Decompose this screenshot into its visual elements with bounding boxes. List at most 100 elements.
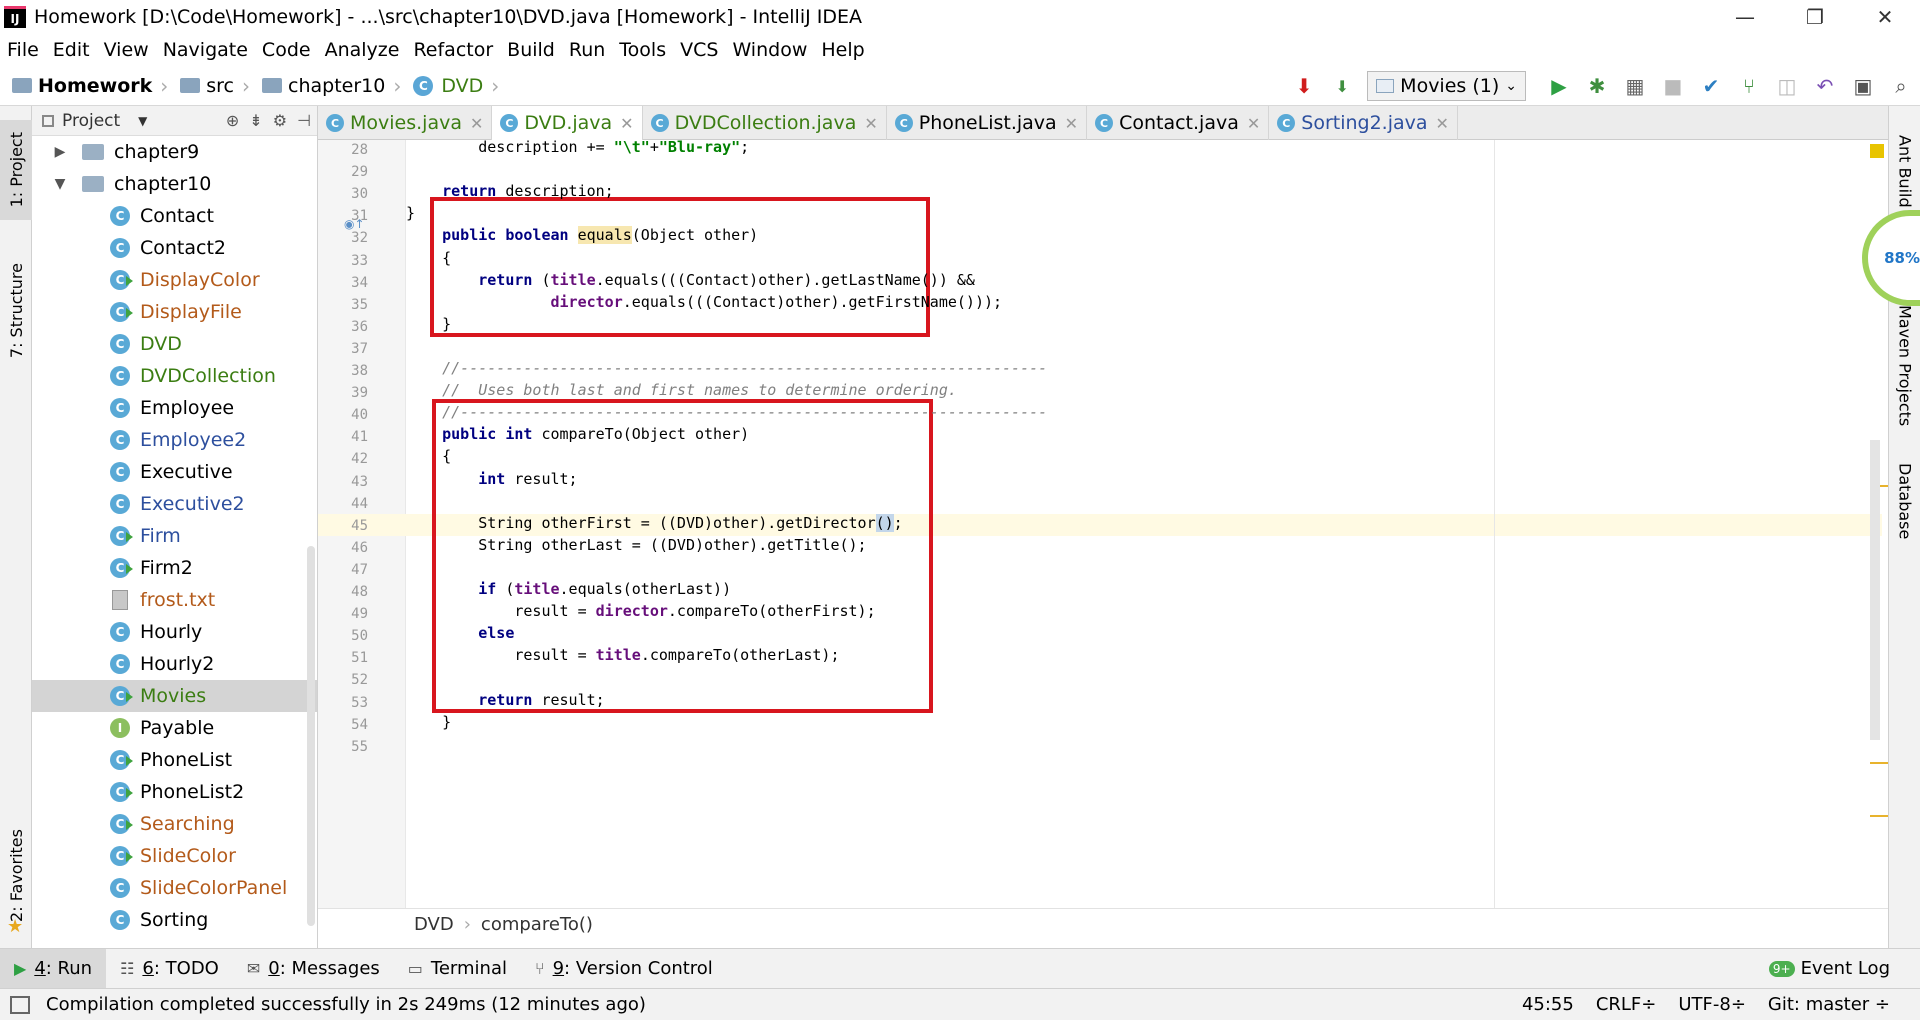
tree-item[interactable]: C Employee2 [32, 424, 317, 456]
tree-item[interactable]: C Contact2 [32, 232, 317, 264]
tree-item[interactable]: ▶ chapter9 [32, 136, 317, 168]
search-icon[interactable]: ⌕ [1882, 66, 1920, 106]
menu-build[interactable]: Build [500, 39, 562, 61]
tab-ant-build[interactable]: Ant Build [1889, 126, 1920, 216]
tree-item[interactable]: C PhoneList2 [32, 776, 317, 808]
breadcrumb-method[interactable]: compareTo() [481, 914, 593, 935]
editor-tab[interactable]: C DVDCollection.java ✕ [643, 106, 887, 140]
minimize-button[interactable]: — [1710, 0, 1780, 34]
file-encoding[interactable]: UTF-8÷ [1678, 994, 1746, 1015]
coverage-icon[interactable]: ▦ [1616, 66, 1654, 106]
close-tab-icon[interactable]: ✕ [1065, 114, 1078, 133]
tool-run[interactable]: ▶ 4: Run [0, 948, 107, 989]
scroll-from-source-icon[interactable]: ⊕ [226, 111, 239, 130]
tree-item[interactable]: C DisplayColor [32, 264, 317, 296]
code-editor[interactable]: description += "\t"+"Blu-ray"; return de… [406, 140, 1882, 908]
tree-item[interactable]: C Firm2 [32, 552, 317, 584]
project-scrollbar[interactable] [307, 546, 315, 926]
collapse-all-icon[interactable]: ⇟ [249, 111, 262, 130]
breadcrumb-dvd[interactable]: C DVD › [401, 74, 499, 98]
tree-item[interactable]: C SlideColorPanel [32, 872, 317, 904]
tab-maven-projects[interactable]: Maven Projects [1889, 296, 1920, 436]
update-project-icon[interactable]: ⬇ [1285, 66, 1323, 106]
vcs-commit-icon[interactable]: ⑂ [1730, 66, 1768, 106]
breadcrumb-src[interactable]: src › [168, 74, 250, 98]
tree-item[interactable]: C Executive [32, 456, 317, 488]
menu-tools[interactable]: Tools [612, 39, 673, 61]
project-view-select[interactable]: Project [62, 111, 120, 131]
tree-item[interactable]: C Contact [32, 200, 317, 232]
tree-item[interactable]: C Employee [32, 392, 317, 424]
close-tab-icon[interactable]: ✕ [1436, 114, 1449, 133]
tool-messages[interactable]: ✉ 0: Messages [233, 949, 394, 989]
menu-file[interactable]: File [0, 39, 46, 61]
menu-run[interactable]: Run [562, 39, 612, 61]
editor-tab[interactable]: C PhoneList.java ✕ [887, 106, 1088, 140]
event-log-button[interactable]: 9+ Event Log [1768, 958, 1920, 979]
editor-tab[interactable]: C Sorting2.java ✕ [1269, 106, 1458, 140]
tree-item[interactable]: C Firm [32, 520, 317, 552]
vcs-update-icon[interactable]: ✔ [1692, 66, 1730, 106]
project-structure-icon[interactable]: ▣ [1844, 66, 1882, 106]
menu-edit[interactable]: Edit [46, 39, 97, 61]
tool-terminal[interactable]: ▭ Terminal [394, 949, 521, 989]
tree-item[interactable]: C DVD [32, 328, 317, 360]
tree-item[interactable]: C Sorting [32, 904, 317, 936]
hide-panel-icon[interactable]: ⊣ [297, 111, 311, 130]
breadcrumb-project[interactable]: Homework › [0, 74, 168, 98]
close-tab-icon[interactable]: ✕ [620, 114, 633, 133]
menu-vcs[interactable]: VCS [673, 39, 725, 61]
tree-item[interactable]: frost.txt [32, 584, 317, 616]
stop-icon[interactable]: ■ [1654, 66, 1692, 106]
chevron-right-icon[interactable]: ▶ [50, 144, 70, 160]
tree-item[interactable]: C Movies [32, 680, 317, 712]
debug-icon[interactable]: ✱ [1578, 66, 1616, 106]
vcs-compare-icon[interactable]: ◫ [1768, 66, 1806, 106]
tree-item[interactable]: I Payable [32, 712, 317, 744]
close-button[interactable]: ✕ [1850, 0, 1920, 34]
tab-structure-tool[interactable]: 7: Structure [0, 256, 32, 366]
tree-item[interactable]: ▼ chapter10 [32, 168, 317, 200]
menu-view[interactable]: View [97, 39, 156, 61]
git-branch[interactable]: Git: master ÷ [1768, 994, 1890, 1015]
restore-button[interactable]: ❐ [1780, 0, 1850, 34]
tree-item[interactable]: C Executive2 [32, 488, 317, 520]
menu-analyze[interactable]: Analyze [318, 39, 407, 61]
menu-refactor[interactable]: Refactor [406, 39, 500, 61]
line-separator[interactable]: CRLF÷ [1596, 994, 1657, 1015]
stripe-mark[interactable] [1870, 762, 1888, 764]
vcs-revert-icon[interactable]: ↶ [1806, 66, 1844, 106]
gear-icon[interactable]: ⚙ [273, 111, 287, 130]
tab-database[interactable]: Database [1889, 446, 1920, 556]
tree-item[interactable]: C SlideColor [32, 840, 317, 872]
menu-help[interactable]: Help [814, 39, 871, 61]
run-icon[interactable]: ▶ [1540, 66, 1578, 106]
tab-project-tool[interactable]: 1: Project [0, 120, 32, 220]
warning-indicator-icon[interactable] [1870, 144, 1884, 158]
tab-favorites-tool[interactable]: 2: Favorites [0, 820, 32, 930]
editor-tab[interactable]: C DVD.java ✕ [492, 106, 643, 140]
breadcrumb-chapter10[interactable]: chapter10 › [250, 74, 401, 98]
tree-item[interactable]: C Searching [32, 808, 317, 840]
chevron-down-icon[interactable]: ▼ [138, 114, 147, 128]
tree-item[interactable]: C DVDCollection [32, 360, 317, 392]
tree-item[interactable]: C PhoneList [32, 744, 317, 776]
menu-window[interactable]: Window [725, 39, 814, 61]
editor-tab[interactable]: C Movies.java ✕ [318, 106, 493, 140]
make-project-icon[interactable]: ⬇ [1323, 66, 1361, 106]
tool-todo[interactable]: ☷ 6: TODO [106, 949, 233, 989]
run-configuration-select[interactable]: Movies (1) ⌄ [1367, 71, 1526, 101]
tree-item[interactable]: C Hourly2 [32, 648, 317, 680]
menu-navigate[interactable]: Navigate [156, 39, 255, 61]
close-tab-icon[interactable]: ✕ [470, 114, 483, 133]
chevron-down-icon[interactable]: ▼ [50, 176, 70, 192]
close-tab-icon[interactable]: ✕ [864, 114, 877, 133]
breadcrumb-class[interactable]: DVD [414, 914, 454, 935]
editor-scrollbar[interactable] [1870, 440, 1880, 740]
editor-tab[interactable]: C Contact.java ✕ [1087, 106, 1270, 140]
stripe-mark[interactable] [1870, 815, 1888, 817]
menu-code[interactable]: Code [255, 39, 318, 61]
close-tab-icon[interactable]: ✕ [1247, 114, 1260, 133]
toggle-tool-windows-icon[interactable] [10, 995, 30, 1014]
tool-versioncontrol[interactable]: ⑂ 9: Version Control [521, 949, 727, 989]
